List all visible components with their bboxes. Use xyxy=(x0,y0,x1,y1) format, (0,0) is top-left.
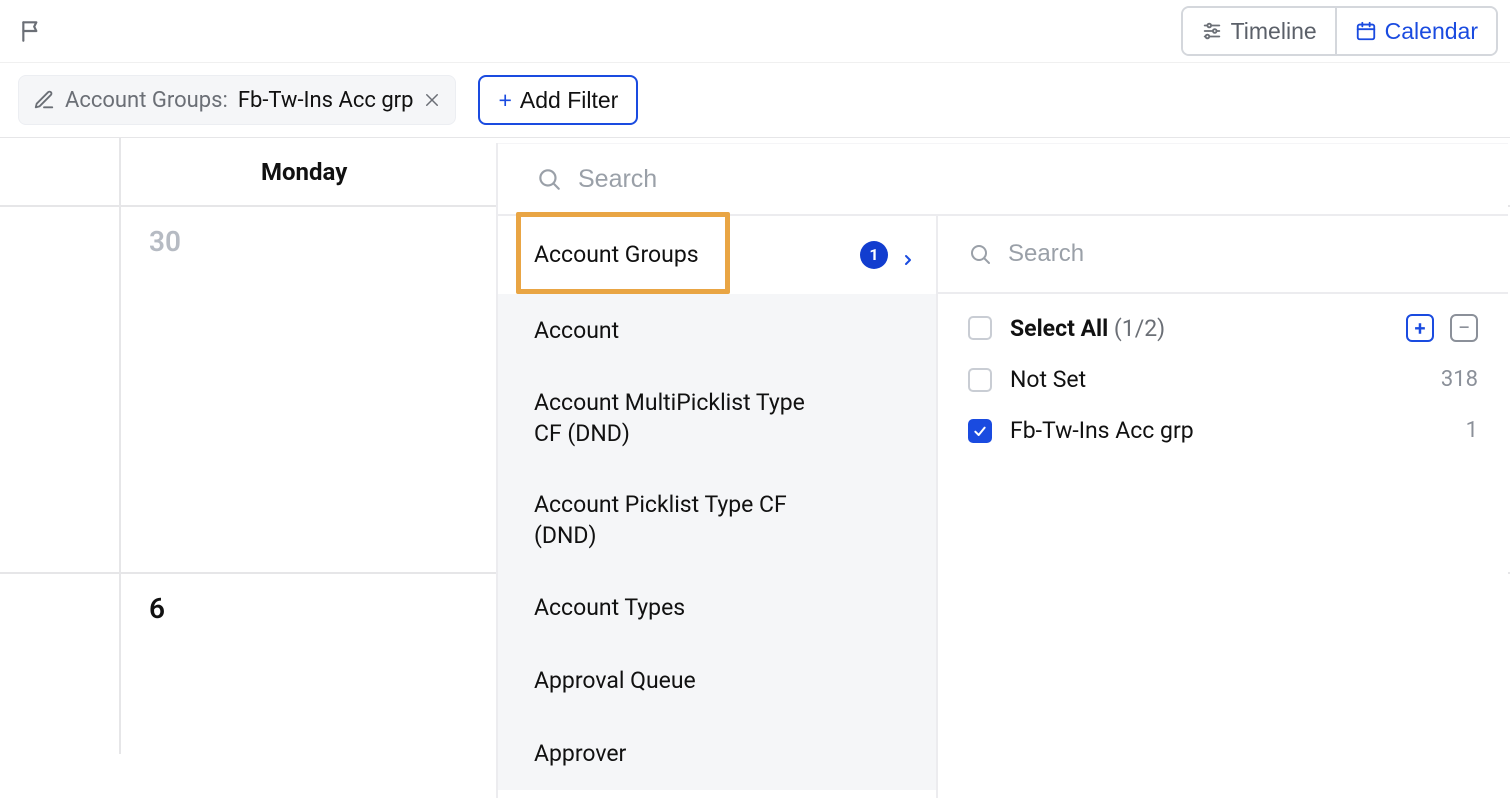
panel-search-input[interactable] xyxy=(578,165,1482,194)
close-icon[interactable] xyxy=(423,91,441,109)
search-icon xyxy=(536,166,562,192)
checkbox-checked[interactable] xyxy=(968,419,992,443)
filter-values-pane: Select All (1/2) + − Not Set 318 Fb-Tw-I xyxy=(938,216,1508,798)
selected-count-badge: 1 xyxy=(860,241,888,269)
category-account-multipicklist[interactable]: Account MultiPicklist Type CF (DND) xyxy=(498,367,936,469)
edit-icon xyxy=(33,89,55,111)
category-label: Account xyxy=(534,315,619,346)
timeline-label: Timeline xyxy=(1231,18,1317,45)
day-label-monday: Monday xyxy=(261,158,347,186)
panel-body: Account Groups 1 Account Account MultiPi… xyxy=(498,216,1508,798)
timeline-view-button[interactable]: Timeline xyxy=(1183,8,1335,54)
option-count: 1 xyxy=(1466,418,1478,443)
search-icon xyxy=(968,242,992,266)
exclude-all-button[interactable]: − xyxy=(1450,314,1478,342)
value-option-not-set[interactable]: Not Set 318 xyxy=(968,366,1478,393)
values-search-row xyxy=(938,216,1508,294)
checkbox[interactable] xyxy=(968,316,992,340)
add-filter-button[interactable]: + Add Filter xyxy=(478,75,638,125)
value-list: Select All (1/2) + − Not Set 318 Fb-Tw-I xyxy=(938,294,1508,444)
category-account-types[interactable]: Account Types xyxy=(498,571,936,644)
category-label: Approver xyxy=(534,738,626,769)
option-count: 318 xyxy=(1441,367,1478,392)
flag-icon-button[interactable] xyxy=(6,5,58,57)
filter-chip-account-groups[interactable]: Account Groups: Fb-Tw-Ins Acc grp xyxy=(18,75,456,125)
option-label: Not Set xyxy=(1010,366,1423,393)
calendar-area: Monday 30 6 Account Groups 1 A xyxy=(0,138,1510,798)
category-label: Account Picklist Type CF (DND) xyxy=(534,489,834,551)
check-icon xyxy=(972,423,988,439)
category-label: Approval Queue xyxy=(534,665,696,696)
flag-icon xyxy=(19,18,45,44)
calendar-view-button[interactable]: Calendar xyxy=(1335,8,1496,54)
value-option-fb-tw-ins[interactable]: Fb-Tw-Ins Acc grp 1 xyxy=(968,417,1478,444)
filter-bar: Account Groups: Fb-Tw-Ins Acc grp + Add … xyxy=(0,63,1510,137)
select-all-count: (1/2) xyxy=(1114,315,1165,342)
category-account[interactable]: Account xyxy=(498,294,936,367)
category-account-picklist[interactable]: Account Picklist Type CF (DND) xyxy=(498,469,936,571)
select-all-label: Select All xyxy=(1010,315,1108,342)
add-filter-label: Add Filter xyxy=(520,87,618,114)
checkbox[interactable] xyxy=(968,368,992,392)
filter-dropdown-panel: Account Groups 1 Account Account MultiPi… xyxy=(498,143,1508,798)
category-label: Account Types xyxy=(534,592,685,623)
top-bar: Timeline Calendar xyxy=(0,0,1510,62)
category-label: Account MultiPicklist Type CF (DND) xyxy=(534,387,834,449)
calendar-label: Calendar xyxy=(1385,18,1478,45)
select-all-row[interactable]: Select All (1/2) + − xyxy=(968,314,1478,342)
panel-search-row xyxy=(498,144,1508,216)
include-all-button[interactable]: + xyxy=(1406,314,1434,342)
chevron-right-icon xyxy=(900,247,916,263)
calendar-icon xyxy=(1355,20,1377,42)
filter-category-list: Account Groups 1 Account Account MultiPi… xyxy=(498,216,938,798)
gutter xyxy=(0,574,121,754)
category-approval-queue[interactable]: Approval Queue xyxy=(498,644,936,717)
gutter xyxy=(0,138,121,205)
view-toggle: Timeline Calendar xyxy=(1181,6,1498,56)
chip-label: Account Groups: xyxy=(65,88,228,113)
chip-value: Fb-Tw-Ins Acc grp xyxy=(238,88,414,113)
category-approver[interactable]: Approver xyxy=(498,717,936,790)
category-label: Account Groups xyxy=(534,241,699,268)
gutter xyxy=(0,207,121,572)
option-label: Fb-Tw-Ins Acc grp xyxy=(1010,417,1448,444)
values-search-input[interactable] xyxy=(1008,240,1482,268)
sliders-icon xyxy=(1201,20,1223,42)
plus-icon: + xyxy=(498,87,511,114)
category-account-groups[interactable]: Account Groups 1 xyxy=(498,216,936,294)
